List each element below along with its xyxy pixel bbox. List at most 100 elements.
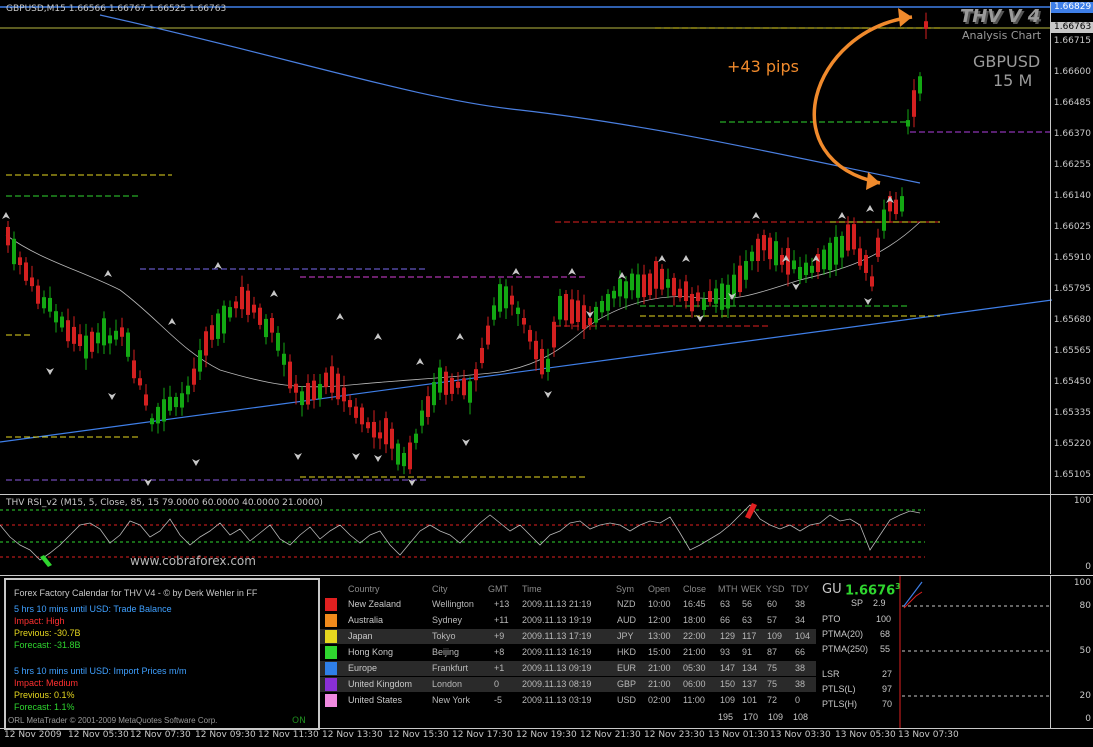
candle-body — [678, 288, 682, 298]
col-header-ysd: YSD — [766, 584, 785, 594]
session-color-swatch — [325, 614, 337, 627]
candle-body — [348, 400, 352, 408]
candle-body — [456, 381, 460, 388]
col-header-country: Country — [348, 584, 380, 594]
price-tick: 1.66370 — [1053, 129, 1091, 139]
session-color-swatch — [325, 694, 337, 707]
candle-body — [378, 432, 382, 439]
session-cell-wek: 137 — [742, 679, 758, 689]
session-cell-tdy: 104 — [795, 631, 811, 641]
session-cell-sym: USD — [617, 695, 637, 705]
candle-body — [72, 326, 76, 344]
session-cell-gmt: +8 — [494, 647, 505, 657]
price-tick: 1.66715 — [1053, 36, 1091, 46]
col-header-open: Open — [648, 584, 671, 594]
session-cell-open: 21:00 — [648, 663, 671, 673]
session-cell-ysd: 57 — [767, 615, 778, 625]
candle-body — [336, 373, 340, 400]
candle-body — [516, 307, 520, 315]
session-cell-ysd: 109 — [767, 631, 783, 641]
sp-label: SP — [851, 598, 864, 608]
price-tick: 1.66255 — [1053, 160, 1091, 170]
ind-tick: 100 — [1073, 578, 1091, 588]
fractal-up-icon — [866, 205, 874, 212]
candle-body — [426, 396, 430, 417]
candle-body — [492, 305, 496, 320]
candle-body — [48, 297, 52, 312]
rsi-axis[interactable]: 100 0 — [1050, 494, 1093, 574]
pto-value: 100 — [876, 614, 892, 624]
candle-body — [312, 380, 316, 401]
price-tick: 1.65105 — [1053, 470, 1091, 480]
session-cell-tdy: 38 — [795, 663, 806, 673]
session-cell-wek: 56 — [742, 599, 753, 609]
rsi-header: THV RSI_v2 (M15, 5, Close, 85, 15 79.000… — [6, 498, 323, 508]
session-cell-tdy: 38 — [795, 679, 806, 689]
price-tick: 1.65335 — [1053, 408, 1091, 418]
session-cell-sym: AUD — [617, 615, 637, 625]
indicator-pane[interactable] — [896, 576, 1052, 728]
price-tick: 1.66025 — [1053, 222, 1091, 232]
time-tick: 13 Nov 05:30 — [835, 730, 896, 740]
session-cell-sym: JPY — [617, 631, 634, 641]
fractal-down-icon — [792, 283, 800, 290]
fractal-down-icon — [108, 393, 116, 400]
candle-body — [12, 238, 16, 265]
indicator-axis[interactable]: 100 80 50 20 0 — [1050, 576, 1093, 728]
candle-body — [582, 305, 586, 330]
fractal-down-icon — [374, 455, 382, 462]
candle-body — [30, 277, 34, 287]
session-cell-gmt: +13 — [494, 599, 510, 609]
session-cell-mth: 66 — [720, 615, 731, 625]
event1-previous: Previous: -30.7B — [14, 628, 81, 638]
candle-body — [552, 321, 556, 348]
candle-body — [102, 318, 106, 346]
fractal-up-icon — [2, 212, 10, 219]
candle-body — [390, 428, 394, 449]
price-highlight-blue: 1.66829 — [1051, 2, 1093, 13]
price-axis[interactable]: 1.66829 1.66763 1.66715 1.66600 1.66485 … — [1050, 2, 1093, 494]
session-row: New Zealand Wellington +13 2009.11.13 21:19… — [320, 597, 816, 612]
session-cell-mth: 109 — [720, 695, 736, 705]
pto-label: PTO — [822, 614, 841, 624]
candle-body — [744, 261, 748, 280]
session-row: United Kingdom London 0 2009.11.13 08:19 GBP… — [320, 677, 816, 692]
fractal-down-icon — [544, 391, 552, 398]
candle-body — [576, 300, 580, 322]
candle-body — [588, 318, 592, 326]
col-header-city: City — [432, 584, 448, 594]
session-cell-close: 06:00 — [683, 679, 706, 689]
candle-body — [228, 307, 232, 318]
candle-body — [54, 311, 58, 323]
session-cell-city: Beijing — [432, 647, 460, 657]
fractal-up-icon — [104, 270, 112, 277]
candle-body — [306, 382, 310, 405]
lsr-label: LSR — [822, 669, 840, 679]
session-cell-ysd: 87 — [767, 647, 778, 657]
price-chart[interactable]: THV V 4 — [0, 0, 1052, 494]
session-cell-country: United States — [348, 695, 403, 705]
candle-body — [738, 265, 742, 293]
price-tick: 1.66600 — [1053, 67, 1091, 77]
candle-body — [474, 369, 478, 381]
session-cell-open: 12:00 — [648, 615, 671, 625]
candle-body — [450, 377, 454, 394]
candle-body — [156, 406, 160, 424]
candle-body — [558, 295, 562, 320]
session-cell-mth: 63 — [720, 599, 731, 609]
event1-impact: Impact: High — [14, 616, 65, 626]
candle-body — [684, 281, 688, 302]
time-tick: 12 Nov 13:30 — [322, 730, 383, 740]
total-wek: 170 — [743, 712, 759, 722]
candle-body — [114, 330, 118, 340]
candle-body — [534, 340, 538, 360]
news-calendar-panel: Forex Factory Calendar for THV V4 - © by… — [4, 578, 320, 730]
fractal-up-icon — [168, 318, 176, 325]
candle-body — [672, 277, 676, 296]
session-color-swatch — [325, 598, 337, 611]
candle-body — [660, 268, 664, 290]
fractal-up-icon — [336, 313, 344, 320]
session-cell-time: 2009.11.13 17:19 — [522, 631, 592, 641]
time-tick: 12 Nov 09:30 — [195, 730, 256, 740]
ind-tick: 50 — [1079, 646, 1091, 656]
